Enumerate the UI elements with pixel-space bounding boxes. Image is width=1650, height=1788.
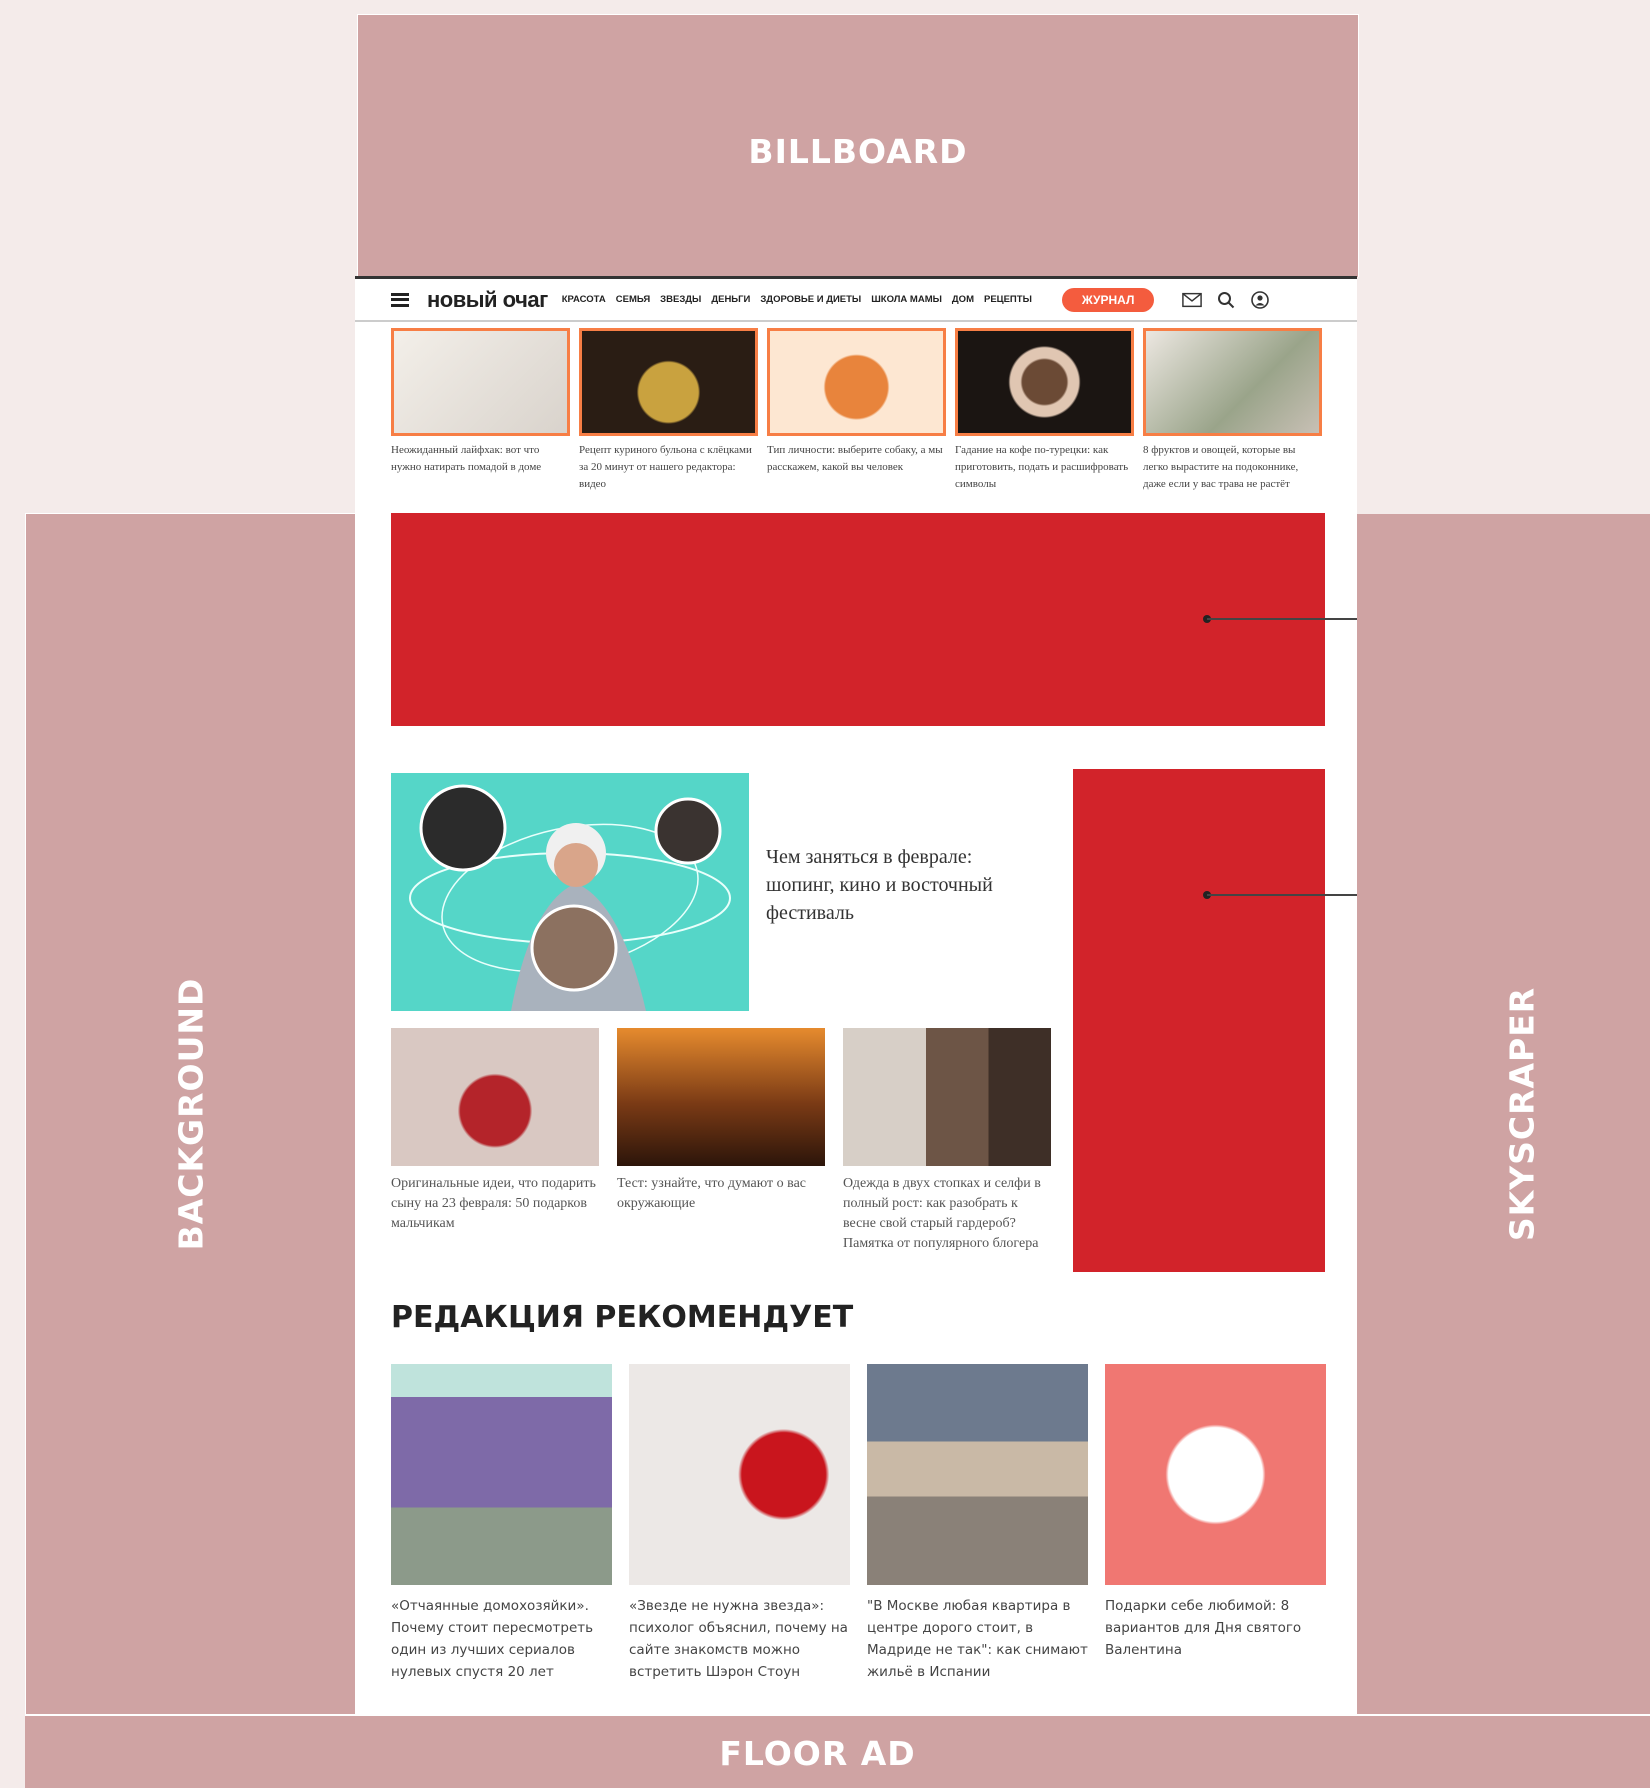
strip-card[interactable]: Гадание на кофе по-турецки: как приготов… bbox=[955, 328, 1134, 493]
floor-ad-label: FLOOR AD bbox=[719, 1734, 916, 1773]
news-grid: Оригинальные идеи, что подарить сыну на … bbox=[391, 1028, 1051, 1254]
recommend-heading: РЕДАКЦИЯ РЕКОМЕНДУЕТ bbox=[391, 1300, 854, 1335]
news-title[interactable]: Тест: узнайте, что думают о вас окружающ… bbox=[617, 1174, 825, 1214]
feature-image[interactable] bbox=[391, 773, 749, 1011]
recommend-image[interactable] bbox=[867, 1364, 1088, 1585]
ad-skyscraper-placeholder bbox=[1073, 769, 1325, 1272]
billboard-zone: BILLBOARD bbox=[357, 14, 1359, 277]
journal-button[interactable]: ЖУРНАЛ bbox=[1061, 287, 1155, 312]
strip-card[interactable]: Тип личности: выберите собаку, а мы расс… bbox=[767, 328, 946, 493]
nav-item-money[interactable]: ДЕНЬГИ bbox=[711, 294, 750, 305]
strip-card[interactable]: 8 фруктов и овощей, которые вы легко выр… bbox=[1143, 328, 1322, 493]
banner-pointer-line bbox=[1207, 618, 1357, 620]
recommend-card[interactable]: Подарки себе любимой: 8 вариантов для Дн… bbox=[1105, 1364, 1326, 1683]
menu-icon[interactable] bbox=[391, 292, 409, 307]
website-page: новый очаг КРАСОТА СЕМЬЯ ЗВЕЗДЫ ДЕНЬГИ З… bbox=[355, 276, 1357, 1714]
recommend-grid: «Отчаянные домохозяйки». Почему стоит пе… bbox=[391, 1364, 1326, 1683]
news-card[interactable]: Оригинальные идеи, что подарить сыну на … bbox=[391, 1028, 599, 1254]
recommend-title[interactable]: Подарки себе любимой: 8 вариантов для Дн… bbox=[1105, 1595, 1326, 1661]
skyscraper-label: SKYSCRAPER bbox=[1502, 986, 1542, 1242]
strip-card[interactable]: Рецепт куриного бульона с клёцками за 20… bbox=[579, 328, 758, 493]
news-title[interactable]: Одежда в двух стопках и селфи в полный р… bbox=[843, 1174, 1051, 1254]
strip-title[interactable]: Гадание на кофе по-турецки: как приготов… bbox=[955, 442, 1134, 493]
recommend-title[interactable]: «Отчаянные домохозяйки». Почему стоит пе… bbox=[391, 1595, 612, 1683]
skyscraper-zone: SKYSCRAPER bbox=[1357, 514, 1650, 1714]
nav-item-stars[interactable]: ЗВЕЗДЫ bbox=[660, 294, 701, 305]
nav-item-home[interactable]: ДОМ bbox=[952, 294, 974, 305]
recommend-card[interactable]: "В Москве любая квартира в центре дорого… bbox=[867, 1364, 1088, 1683]
news-card[interactable]: Тест: узнайте, что думают о вас окружающ… bbox=[617, 1028, 825, 1254]
feature-title[interactable]: Чем заняться в феврале: шопинг, кино и в… bbox=[766, 843, 1036, 927]
nav-item-beauty[interactable]: КРАСОТА bbox=[562, 294, 606, 305]
strip-image[interactable] bbox=[767, 328, 946, 436]
site-navbar: новый очаг КРАСОТА СЕМЬЯ ЗВЕЗДЫ ДЕНЬГИ З… bbox=[355, 276, 1357, 322]
strip-image[interactable] bbox=[955, 328, 1134, 436]
news-image[interactable] bbox=[843, 1028, 1051, 1166]
nav-item-health[interactable]: ЗДОРОВЬЕ И ДИЕТЫ bbox=[760, 294, 861, 305]
recommend-card[interactable]: «Звезде не нужна звезда»: психолог объяс… bbox=[629, 1364, 850, 1683]
nav-icons bbox=[1182, 290, 1270, 310]
top-articles-strip: Неожиданный лайфхак: вот что нужно натир… bbox=[391, 328, 1322, 493]
strip-title[interactable]: Рецепт куриного бульона с клёцками за 20… bbox=[579, 442, 758, 493]
skyscraper-pointer-line bbox=[1207, 894, 1357, 896]
mail-icon[interactable] bbox=[1182, 290, 1203, 310]
strip-title[interactable]: 8 фруктов и овощей, которые вы легко выр… bbox=[1143, 442, 1322, 493]
strip-image[interactable] bbox=[1143, 328, 1322, 436]
news-image[interactable] bbox=[617, 1028, 825, 1166]
recommend-image[interactable] bbox=[1105, 1364, 1326, 1585]
nav-item-mom-school[interactable]: ШКОЛА МАМЫ bbox=[871, 294, 942, 305]
floor-ad-zone: FLOOR AD bbox=[25, 1714, 1650, 1788]
strip-title[interactable]: Неожиданный лайфхак: вот что нужно натир… bbox=[391, 442, 570, 476]
nav-links: КРАСОТА СЕМЬЯ ЗВЕЗДЫ ДЕНЬГИ ЗДОРОВЬЕ И Д… bbox=[562, 294, 1032, 305]
strip-image[interactable] bbox=[579, 328, 758, 436]
strip-card[interactable]: Неожиданный лайфхак: вот что нужно натир… bbox=[391, 328, 570, 493]
background-label: BACKGROUND bbox=[171, 977, 211, 1251]
news-card[interactable]: Одежда в двух стопках и селфи в полный р… bbox=[843, 1028, 1051, 1254]
user-icon[interactable] bbox=[1250, 290, 1270, 310]
strip-title[interactable]: Тип личности: выберите собаку, а мы расс… bbox=[767, 442, 946, 476]
recommend-title[interactable]: «Звезде не нужна звезда»: психолог объяс… bbox=[629, 1595, 850, 1683]
nav-item-family[interactable]: СЕМЬЯ bbox=[616, 294, 650, 305]
site-logo[interactable]: новый очаг bbox=[427, 287, 548, 313]
recommend-image[interactable] bbox=[391, 1364, 612, 1585]
nav-item-recipes[interactable]: РЕЦЕПТЫ bbox=[984, 294, 1032, 305]
background-zone: BACKGROUND bbox=[25, 513, 357, 1715]
news-image[interactable] bbox=[391, 1028, 599, 1166]
ad-banner-placeholder bbox=[391, 513, 1325, 726]
strip-image[interactable] bbox=[391, 328, 570, 436]
recommend-title[interactable]: "В Москве любая квартира в центре дорого… bbox=[867, 1595, 1088, 1683]
search-icon[interactable] bbox=[1216, 290, 1236, 310]
recommend-image[interactable] bbox=[629, 1364, 850, 1585]
recommend-card[interactable]: «Отчаянные домохозяйки». Почему стоит пе… bbox=[391, 1364, 612, 1683]
news-title[interactable]: Оригинальные идеи, что подарить сыну на … bbox=[391, 1174, 599, 1234]
billboard-label: BILLBOARD bbox=[748, 132, 968, 171]
